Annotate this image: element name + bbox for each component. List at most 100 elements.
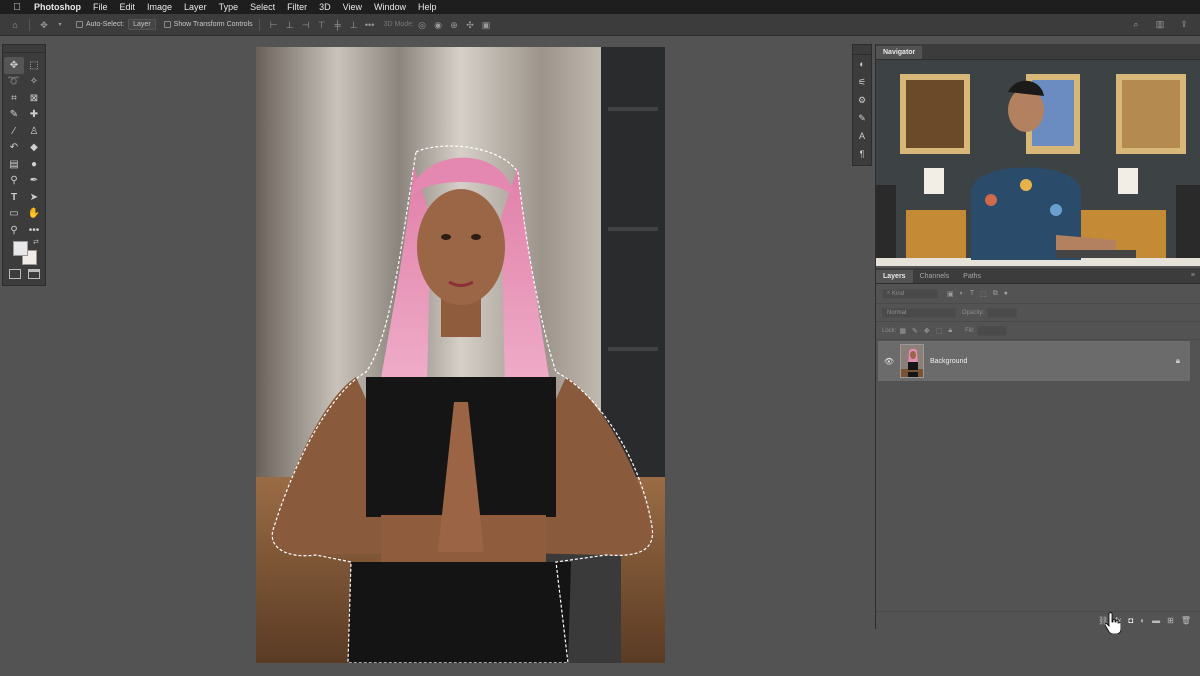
menu-help[interactable]: Help — [412, 0, 443, 14]
clone-stamp-tool-icon[interactable]: ♙ — [24, 123, 44, 140]
lasso-tool-icon[interactable]: ➰ — [4, 74, 24, 91]
lock-artboard-icon[interactable]: ⬚ — [936, 327, 943, 335]
new-adjustment-layer-icon[interactable]: ◐ — [1140, 616, 1145, 625]
zoom-tool-icon[interactable]: ⚲ — [4, 222, 24, 239]
auto-select-option[interactable]: Auto-Select: Layer — [76, 19, 156, 30]
search-icon[interactable]: ⌕ — [1131, 19, 1141, 29]
menu-edit[interactable]: Edit — [114, 0, 142, 14]
blur-tool-icon[interactable]: ● — [24, 156, 44, 173]
eraser-tool-icon[interactable]: ◆ — [24, 140, 44, 157]
dodge-tool-icon[interactable]: ⚲ — [4, 173, 24, 190]
document-canvas[interactable] — [256, 47, 665, 663]
3d-slide-icon[interactable]: ✣ — [465, 20, 475, 30]
opacity-field[interactable] — [987, 307, 1018, 318]
eyedropper-tool-icon[interactable]: ✎ — [4, 107, 24, 124]
align-right-icon[interactable]: ⊣ — [301, 20, 311, 30]
show-transform-option[interactable]: Show Transform Controls — [163, 21, 253, 28]
3d-scale-icon[interactable]: ▣ — [481, 20, 491, 30]
home-icon[interactable]: ⌂ — [10, 20, 20, 30]
align-center-icon[interactable]: ⊥ — [285, 20, 295, 30]
workspace-icon[interactable]: ▥ — [1155, 19, 1165, 29]
navigator-preview[interactable] — [876, 60, 1200, 266]
paragraph-icon[interactable]: ¶ — [853, 145, 871, 163]
blend-mode-dropdown[interactable]: Normal — [882, 307, 956, 318]
filter-kind-dropdown[interactable]: ⌕ Kind — [882, 288, 938, 299]
lock-all-icon[interactable]: 🔒︎ — [948, 327, 952, 335]
hand-tool-icon[interactable]: ✋ — [24, 206, 44, 223]
marquee-tool-icon[interactable]: ⬚ — [24, 57, 44, 74]
align-middle-icon[interactable]: ╪ — [333, 20, 343, 30]
screen-mode-icon[interactable] — [28, 269, 40, 279]
more-tools-icon[interactable]: ••• — [24, 222, 44, 239]
tab-paths[interactable]: Paths — [956, 270, 988, 283]
chevron-down-icon[interactable]: ▾ — [55, 20, 65, 30]
fill-field[interactable] — [977, 325, 1008, 336]
character-icon[interactable]: A — [853, 127, 871, 145]
menu-layer[interactable]: Layer — [178, 0, 213, 14]
align-bottom-icon[interactable]: ⊥ — [349, 20, 359, 30]
panel-menu-icon[interactable]: ≡ — [1191, 272, 1195, 279]
new-group-icon[interactable]: ▬ — [1152, 616, 1160, 625]
toolbox-grip[interactable] — [3, 45, 45, 53]
strip-grip[interactable] — [853, 45, 871, 55]
color-panel-icon[interactable]: ◐ — [853, 55, 871, 73]
healing-brush-tool-icon[interactable]: ✚ — [24, 107, 44, 124]
pen-tool-icon[interactable]: ✒ — [24, 173, 44, 190]
apple-icon[interactable]:  — [0, 2, 34, 13]
3d-orbit-icon[interactable]: ◎ — [417, 20, 427, 30]
menu-window[interactable]: Window — [368, 0, 412, 14]
menu-image[interactable]: Image — [141, 0, 178, 14]
3d-roll-icon[interactable]: ◉ — [433, 20, 443, 30]
new-layer-icon[interactable]: ⊞ — [1167, 616, 1174, 625]
3d-pan-icon[interactable]: ⊕ — [449, 20, 459, 30]
menu-view[interactable]: View — [337, 0, 368, 14]
filter-type-icon[interactable]: T — [970, 290, 974, 297]
frame-tool-icon[interactable]: ⊠ — [24, 90, 44, 107]
history-brush-tool-icon[interactable]: ↶ — [4, 140, 24, 157]
adjustments-icon[interactable]: ⚙ — [853, 91, 871, 109]
menu-select[interactable]: Select — [244, 0, 281, 14]
magic-wand-tool-icon[interactable]: ✧ — [24, 74, 44, 91]
filter-toggle-icon[interactable]: ● — [1004, 290, 1008, 297]
move-tool-icon[interactable]: ✥ — [4, 57, 24, 74]
menu-3d[interactable]: 3D — [313, 0, 337, 14]
filter-adjustment-icon[interactable]: ◐ — [960, 290, 964, 297]
lock-pixels-icon[interactable]: ✎ — [912, 327, 918, 335]
more-options-icon[interactable]: ••• — [365, 20, 375, 30]
shape-tool-icon[interactable]: ▭ — [4, 206, 24, 223]
brushes-icon[interactable]: ✎ — [853, 109, 871, 127]
show-transform-checkbox[interactable] — [163, 21, 171, 28]
share-icon[interactable]: ⇪ — [1179, 19, 1189, 29]
filter-smart-object-icon[interactable]: ⧉ — [993, 290, 998, 298]
foreground-color-swatch[interactable] — [13, 241, 28, 256]
lock-transparent-icon[interactable]: ▦ — [899, 327, 906, 335]
eye-icon[interactable]: 👁︎ — [882, 357, 896, 366]
brush-tool-icon[interactable]: ⁄ — [4, 123, 24, 140]
brush-settings-icon[interactable]: ⚟ — [853, 73, 871, 91]
path-selection-tool-icon[interactable]: ➤ — [24, 189, 44, 206]
menu-filter[interactable]: Filter — [281, 0, 313, 14]
align-top-icon[interactable]: ⊤ — [317, 20, 327, 30]
align-left-icon[interactable]: ⊢ — [269, 20, 279, 30]
tab-layers[interactable]: Layers — [876, 270, 913, 283]
filter-pixel-icon[interactable]: ▣ — [947, 290, 954, 298]
move-tool-icon[interactable]: ✥ — [39, 20, 49, 30]
swap-colors-icon[interactable]: ⇄ — [33, 238, 39, 246]
navigator-tabs: Navigator — [876, 44, 1200, 60]
delete-layer-icon[interactable]: 🗑︎ — [1181, 616, 1191, 625]
type-tool-icon[interactable]: T — [4, 189, 24, 206]
quick-mask-icon[interactable] — [9, 269, 21, 279]
lock-position-icon[interactable]: ✥ — [924, 327, 930, 335]
filter-shape-icon[interactable]: ⬚ — [980, 290, 987, 298]
menu-file[interactable]: File — [87, 0, 114, 14]
add-mask-icon[interactable]: ◘ — [1128, 616, 1133, 625]
auto-select-checkbox[interactable] — [76, 21, 83, 28]
crop-tool-icon[interactable]: ⌗ — [4, 90, 24, 107]
gradient-tool-icon[interactable]: ▤ — [4, 156, 24, 173]
tab-navigator[interactable]: Navigator — [876, 46, 923, 59]
tab-channels[interactable]: Channels — [913, 270, 957, 283]
menu-app-name[interactable]: Photoshop — [34, 0, 87, 14]
auto-select-dropdown[interactable]: Layer — [128, 19, 156, 30]
layer-row[interactable]: 👁︎ Background 🔒︎ — [878, 341, 1190, 381]
menu-type[interactable]: Type — [213, 0, 245, 14]
